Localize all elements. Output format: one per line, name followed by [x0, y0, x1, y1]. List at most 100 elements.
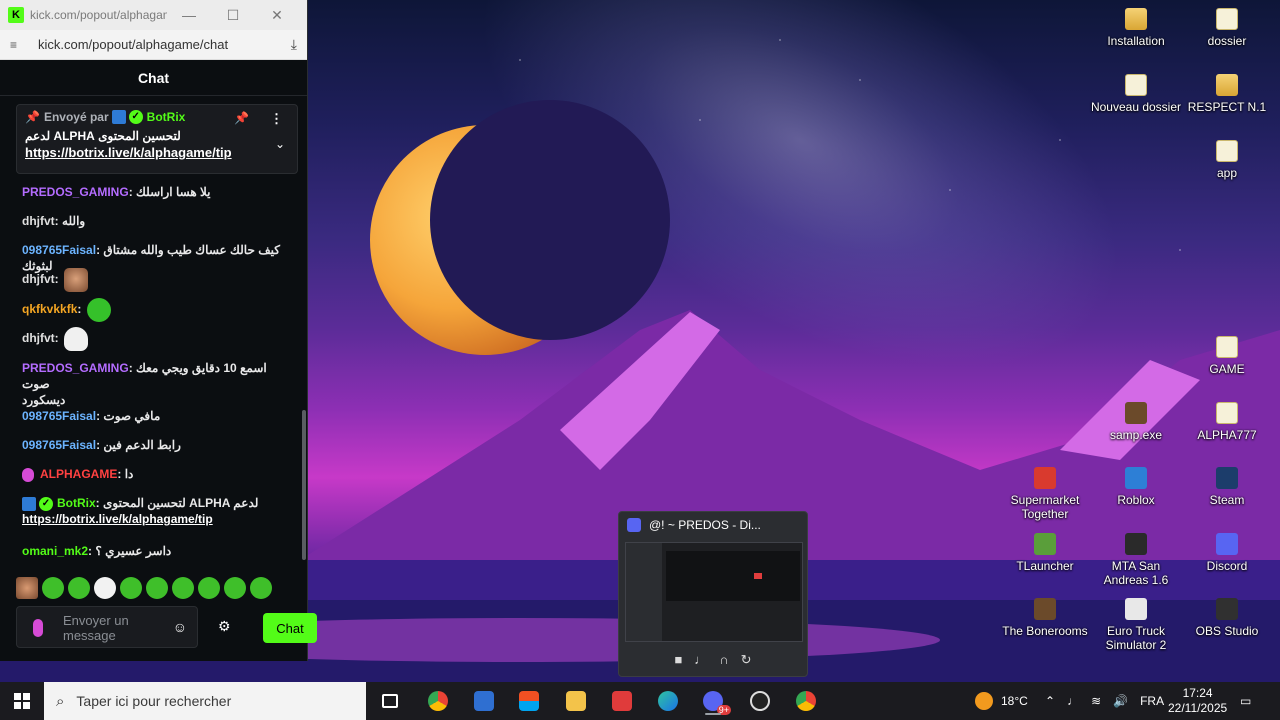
wps-icon[interactable]: [608, 687, 636, 715]
tlauncher-icon: [1034, 533, 1056, 555]
maximize-button[interactable]: ☐: [211, 7, 255, 24]
desktop-icon-roblox[interactable]: Roblox: [1090, 467, 1182, 507]
desktop-icon-nouveau-dossier[interactable]: Nouveau dossier: [1090, 74, 1182, 114]
clock[interactable]: 17:24 22/11/2025: [1168, 682, 1227, 720]
desktop-icon-bonerooms[interactable]: The Bonerooms: [999, 598, 1091, 638]
file-icon: [1216, 140, 1238, 162]
discord-icon: [1216, 533, 1238, 555]
chat-message: dhjfvt:: [22, 327, 292, 351]
emote-ghost[interactable]: [64, 327, 89, 351]
unpin-icon[interactable]: 📌: [234, 111, 249, 125]
desktop-icon-app[interactable]: app: [1181, 140, 1273, 180]
clock-date: 22/11/2025: [1168, 701, 1228, 715]
desktop-icon-euro-truck[interactable]: Euro Truck Simulator 2: [1090, 598, 1182, 652]
desktop-icon-installation[interactable]: Installation: [1090, 8, 1182, 48]
emote-frog[interactable]: [172, 577, 194, 599]
more-options-icon[interactable]: ⋮: [270, 111, 283, 127]
desktop-icon-tlauncher[interactable]: TLauncher: [999, 533, 1091, 573]
start-button[interactable]: [0, 682, 44, 720]
desktop-icon-supermarket[interactable]: Supermarket Together: [999, 467, 1091, 521]
emote-frog[interactable]: [120, 577, 142, 599]
kick-logo-icon: K: [8, 7, 24, 23]
wifi-icon[interactable]: ≋: [1091, 694, 1101, 708]
chevron-down-icon[interactable]: ⌄: [275, 137, 285, 151]
pinned-text: لتحسين المحتوى ALPHA لدعم: [25, 129, 181, 143]
mic-icon[interactable]: ♩: [694, 652, 707, 668]
file-icon: [1216, 402, 1238, 424]
app-icon[interactable]: [470, 687, 498, 715]
chat-message: PREDOS_GAMING: يلا هسا اراسلك: [22, 185, 211, 199]
notifications-icon[interactable]: ▭: [1240, 682, 1251, 720]
volume-icon[interactable]: 🔊: [1113, 694, 1128, 708]
emote-ghost[interactable]: [94, 577, 116, 599]
desktop-icon-alpha777[interactable]: ALPHA777: [1181, 402, 1273, 442]
sent-by-label: Envoyé par: [43, 110, 109, 124]
bot-badge-icon: [111, 110, 126, 124]
close-button[interactable]: ✕: [255, 7, 299, 24]
window-titlebar: K kick.com/popout/alphagam... — ☐ ✕: [0, 0, 307, 30]
chat-message: ✓ BotRix: لتحسين المحتوى ALPHA لدعم https:…: [22, 496, 259, 526]
taskbar-search[interactable]: ⌕ Taper ici pour rechercher: [44, 682, 366, 720]
emote-frog[interactable]: [198, 577, 220, 599]
app-icon: [1125, 402, 1147, 424]
roblox-icon: [1125, 467, 1147, 489]
address-bar[interactable]: ≡ kick.com/popout/alphagame/chat ⤓: [0, 30, 307, 60]
desktop-icon-discord[interactable]: Discord: [1181, 533, 1273, 573]
steam-icon: [1216, 467, 1238, 489]
emote-frog[interactable]: [146, 577, 168, 599]
headphones-icon[interactable]: ∩: [719, 652, 728, 668]
emote-frog[interactable]: [68, 577, 90, 599]
store-icon[interactable]: [515, 687, 543, 715]
download-icon[interactable]: ⤓: [291, 36, 297, 53]
minimize-button[interactable]: —: [167, 7, 211, 23]
app-icon: [1034, 467, 1056, 489]
emoji-icon[interactable]: ☺: [173, 619, 187, 635]
emote-face[interactable]: [64, 268, 89, 292]
send-chat-button[interactable]: Chat: [263, 613, 317, 643]
chat-message: PREDOS_GAMING: اسمع 10 دقايق ويجي معك صو…: [22, 361, 267, 407]
mta-icon: [1125, 533, 1147, 555]
chat-scrollbar[interactable]: [302, 410, 306, 560]
call-icon[interactable]: ↻: [741, 652, 752, 668]
chevron-up-icon[interactable]: ⌃: [1045, 694, 1055, 708]
emote-frog[interactable]: [42, 577, 64, 599]
emote-frog[interactable]: [224, 577, 246, 599]
pinned-username[interactable]: BotRix: [147, 110, 186, 124]
emote-frog[interactable]: [86, 298, 111, 322]
obs-taskbar-icon[interactable]: [746, 687, 774, 715]
gear-icon[interactable]: ⚙: [218, 618, 231, 635]
desktop-icon-samp[interactable]: samp.exe: [1090, 402, 1182, 442]
desktop-icon-game[interactable]: GAME: [1181, 336, 1273, 376]
chat-link[interactable]: https://botrix.live/k/alphagame/tip: [22, 512, 213, 526]
task-view-icon[interactable]: [376, 687, 404, 715]
desktop-icon-obs[interactable]: OBS Studio: [1181, 598, 1273, 638]
chrome-icon[interactable]: [424, 687, 452, 715]
pinned-link[interactable]: https://botrix.live/k/alphagame/tip: [25, 145, 289, 160]
app-icon: [1034, 598, 1056, 620]
desktop-icon-steam[interactable]: Steam: [1181, 467, 1273, 507]
weather-icon: [975, 692, 993, 710]
chrome-profile-icon[interactable]: [792, 687, 820, 715]
language-indicator[interactable]: FRA: [1140, 694, 1164, 708]
desktop-icon-respect[interactable]: RESPECT N.1: [1181, 74, 1273, 114]
desktop-icon-dossier[interactable]: dossier: [1181, 8, 1273, 48]
chat-header: Chat: [0, 60, 307, 96]
desktop-icon-mta[interactable]: MTA San Andreas 1.6: [1090, 533, 1182, 587]
emote-face[interactable]: [16, 577, 38, 599]
emote-frog[interactable]: [250, 577, 272, 599]
site-settings-icon[interactable]: ≡: [10, 38, 26, 52]
edge-icon[interactable]: [654, 687, 682, 715]
discord-preview[interactable]: @! ~ PREDOS - Di... ■ ♩ ∩ ↻: [618, 511, 808, 677]
clock-time: 17:24: [1182, 686, 1213, 700]
discord-icon: [627, 518, 641, 532]
file-explorer-icon[interactable]: [562, 687, 590, 715]
weather-widget[interactable]: 18°C: [975, 682, 1028, 720]
discord-taskbar-icon[interactable]: 9+: [699, 687, 731, 715]
discord-preview-title: @! ~ PREDOS - Di...: [649, 518, 761, 532]
microphone-icon[interactable]: ♩: [1067, 694, 1079, 708]
camera-icon[interactable]: ■: [674, 652, 682, 668]
app-icon: [1125, 598, 1147, 620]
message-input[interactable]: Envoyer un message ☺: [16, 606, 198, 648]
obs-icon: [1216, 598, 1238, 620]
message-placeholder: Envoyer un message: [63, 613, 129, 643]
